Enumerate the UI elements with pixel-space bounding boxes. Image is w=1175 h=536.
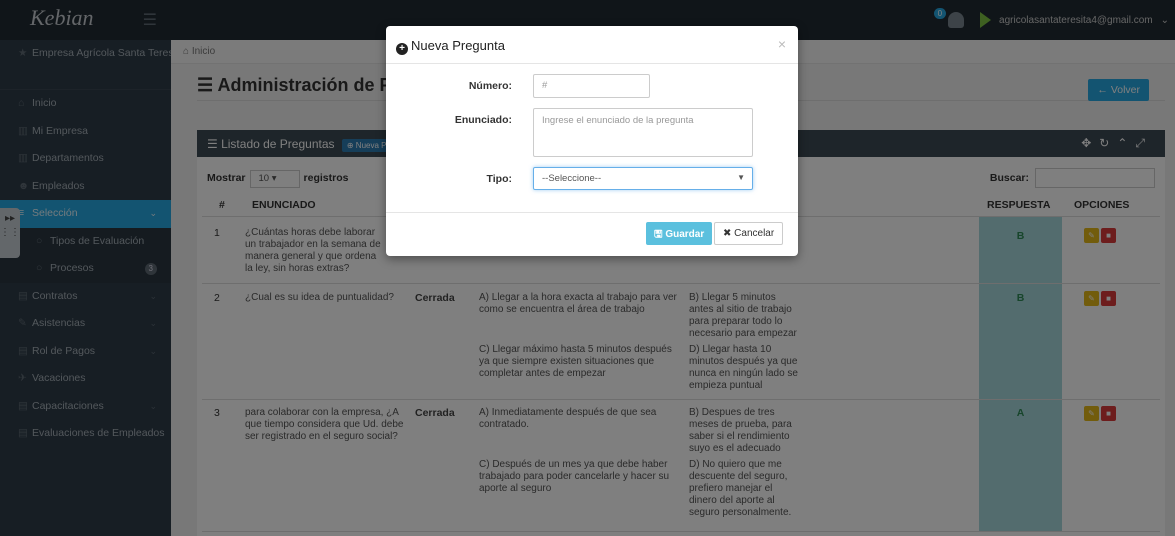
new-question-modal: + Nueva Pregunta × Número: # Enunciado: I… [386,26,798,256]
plus-circle-icon: + [396,43,408,55]
number-field[interactable]: # [533,74,650,98]
modal-title: Nueva Pregunta [411,38,505,53]
statement-textarea[interactable]: Ingrese el enunciado de la pregunta [533,108,753,157]
close-icon: ✖ [723,228,735,239]
caret-down-icon: ▼ [737,173,745,182]
cancel-button[interactable]: ✖ Cancelar [714,222,784,245]
close-icon[interactable]: × [778,36,786,52]
statement-label: Enunciado: [454,114,512,126]
number-label: Número: [468,80,512,92]
floppy-icon: 🖫 [654,229,666,240]
type-label: Tipo: [486,173,512,185]
save-button[interactable]: 🖫 Guardar [646,222,713,245]
type-select[interactable]: --Seleccione-- ▼ [533,167,753,190]
modal-footer-divider [386,212,798,213]
modal-header: + Nueva Pregunta [386,26,798,64]
